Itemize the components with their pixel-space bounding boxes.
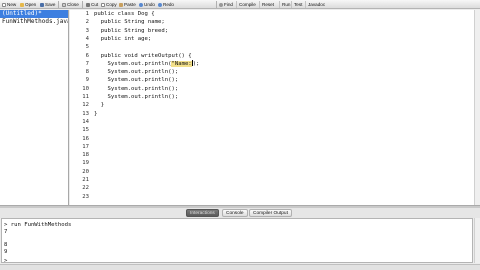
line-number: 1 <box>85 11 89 17</box>
file-item-untitled[interactable]: (Untitled)* <box>0 10 68 18</box>
redo-button[interactable]: Redo <box>158 1 174 8</box>
save-icon <box>40 2 44 7</box>
javadoc-button[interactable]: Javadoc <box>305 1 327 8</box>
line-number: 2 <box>85 19 89 26</box>
status-bar <box>0 264 480 270</box>
scissors-icon <box>86 2 90 7</box>
code-line: System.out.println(); <box>94 94 179 100</box>
folder-icon <box>20 2 24 7</box>
line-number: 6 <box>85 52 89 59</box>
toolbar-divider <box>58 1 59 8</box>
line-number: 16 <box>82 135 89 142</box>
line-number: 4 <box>85 35 89 42</box>
interactions-pane[interactable]: > run FunWithMethods 7 8 9 > <box>1 218 473 263</box>
copy-button[interactable]: Copy <box>101 1 117 8</box>
line-number: 22 <box>82 185 89 192</box>
line-number: 10 <box>82 85 89 92</box>
find-button[interactable]: Find <box>219 1 233 8</box>
toolbar-divider <box>82 1 83 8</box>
console-line: 9 <box>4 249 8 255</box>
paste-button[interactable]: Paste <box>119 1 136 8</box>
console-prompt: > <box>4 258 8 263</box>
code-line: public String breed; <box>94 27 169 34</box>
save-button[interactable]: Save <box>40 1 55 8</box>
undo-button[interactable]: Undo <box>139 1 155 8</box>
line-number: 5 <box>85 44 89 51</box>
tab-console[interactable]: Console <box>222 209 248 217</box>
code-line: public class Dog { <box>94 11 155 17</box>
editor-scrollbar[interactable] <box>474 10 480 205</box>
new-file-icon <box>2 2 6 7</box>
line-number: 3 <box>85 27 89 34</box>
copy-icon <box>101 2 105 7</box>
console-line: > run FunWithMethods <box>4 222 72 228</box>
file-item-funwithmethods[interactable]: FunWithMethods.java <box>0 18 68 26</box>
line-number: 19 <box>82 160 89 167</box>
line-number: 21 <box>82 177 89 183</box>
bottom-tab-bar: Interactions Console Compiler Output <box>0 208 480 218</box>
console-scrollbar[interactable] <box>474 218 480 263</box>
line-number: 7 <box>85 60 89 67</box>
line-number: 18 <box>82 152 89 159</box>
line-number: 14 <box>82 118 89 125</box>
line-number: 20 <box>82 168 89 175</box>
line-number: 15 <box>82 127 89 134</box>
tab-compiler-output[interactable]: Compiler Output <box>249 209 292 217</box>
compile-button[interactable]: Compile <box>236 1 258 8</box>
code-line-active: System.out.println("Name:); <box>94 60 200 67</box>
code-line: } <box>94 102 105 109</box>
code-area[interactable]: public class Dog { public String name; p… <box>94 10 474 205</box>
line-number: 8 <box>85 69 89 76</box>
undo-icon <box>139 2 143 7</box>
test-button[interactable]: Test <box>291 1 304 8</box>
line-number: 11 <box>82 94 89 100</box>
line-number-gutter: 1 2 3 4 5 6 7 8 9 10 11 12 13 14 15 16 17 18 19 20 21 22 23 <box>70 10 90 205</box>
code-line: } <box>94 110 98 117</box>
close-button[interactable]: Close <box>62 1 79 8</box>
code-line: public String name; <box>94 19 165 26</box>
code-line: public int age; <box>94 35 152 42</box>
line-number: 23 <box>82 193 89 200</box>
string-literal: "Name: <box>171 60 192 67</box>
line-number: 17 <box>82 143 89 150</box>
code-line: System.out.println(); <box>94 85 179 92</box>
reset-button[interactable]: Reset <box>259 1 276 8</box>
line-number: 9 <box>85 77 89 84</box>
magnifier-icon <box>219 2 223 7</box>
toolbar: New Open Save Close Cut Copy Paste Undo … <box>0 0 480 9</box>
open-button[interactable]: Open <box>20 1 36 8</box>
line-number: 12 <box>82 102 89 109</box>
code-line: System.out.println(); <box>94 77 179 84</box>
file-list: (Untitled)* FunWithMethods.java <box>0 10 69 205</box>
redo-icon <box>158 2 162 7</box>
console-line: 7 <box>4 229 8 235</box>
code-line: System.out.println(); <box>94 69 179 76</box>
code-editor[interactable]: 1 2 3 4 5 6 7 8 9 10 11 12 13 14 15 16 17 18 19 20 21 22 23 pu… <box>70 10 474 205</box>
tab-interactions[interactable]: Interactions <box>186 209 219 217</box>
code-line: public void writeOutput() { <box>94 52 192 59</box>
line-number: 13 <box>82 110 89 117</box>
toolbar-divider <box>216 1 217 8</box>
cut-button[interactable]: Cut <box>86 1 98 8</box>
clipboard-icon <box>119 2 123 7</box>
new-button[interactable]: New <box>2 1 16 8</box>
close-file-icon <box>62 2 66 7</box>
